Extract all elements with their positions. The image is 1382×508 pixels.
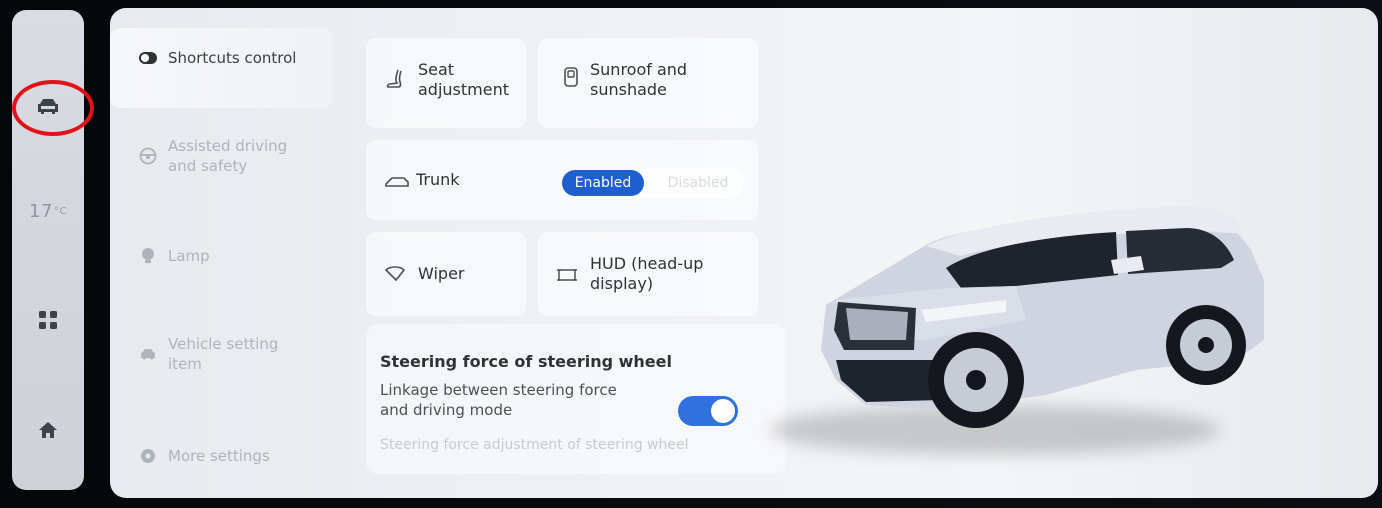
menu-item-vehicle-setting[interactable]: Vehicle setting item — [138, 334, 318, 374]
menu-selected-highlight — [110, 28, 332, 108]
rail-apps-button[interactable] — [12, 302, 84, 338]
sunroof-label: Sunroof and sunshade — [590, 60, 688, 99]
linkage-label: Linkage between steering force and drivi… — [380, 381, 617, 419]
suv-car-image — [821, 206, 1264, 428]
toggle-icon — [138, 48, 158, 68]
trunk-label: Trunk — [416, 170, 460, 189]
screen: 17 °C Shortcuts control Assisted driving… — [0, 0, 1382, 508]
menu-item-lamp[interactable]: Lamp — [138, 246, 210, 266]
seat-icon — [386, 69, 402, 88]
menu-item-shortcuts-control[interactable]: Shortcuts control — [138, 48, 296, 68]
settings-menu: Shortcuts control Assisted driving and s… — [110, 8, 332, 498]
rail-temperature[interactable]: 17 °C — [12, 196, 84, 226]
hud-icon — [557, 269, 577, 281]
temperature-value: 17 — [29, 200, 53, 222]
car-icon — [138, 344, 158, 364]
sunroof-icon — [564, 67, 578, 87]
menu-item-label: Vehicle setting item — [168, 335, 279, 373]
rail-home-button[interactable] — [12, 412, 84, 448]
lamp-icon — [138, 246, 158, 266]
steering-adjustment-label[interactable]: Steering force adjustment of steering wh… — [380, 436, 720, 454]
trunk-icon — [385, 177, 409, 187]
steering-force-title: Steering force of steering wheel — [380, 352, 672, 371]
trunk-tile: Trunk Enabled Disabled — [366, 140, 758, 220]
wiper-icon — [384, 266, 406, 282]
sunroof-tile[interactable]: Sunroof and sunshade — [538, 38, 758, 128]
home-icon — [39, 422, 57, 438]
temperature-unit: °C — [53, 205, 67, 217]
wiper-tile[interactable]: Wiper — [366, 232, 526, 316]
menu-item-label: More settings — [168, 447, 270, 465]
menu-item-assisted-driving[interactable]: Assisted driving and safety — [138, 136, 318, 176]
wiper-label: Wiper — [418, 264, 465, 283]
annotation-circle — [12, 80, 94, 136]
menu-item-label: Assisted driving and safety — [168, 137, 288, 175]
menu-item-more-settings[interactable]: More settings — [138, 446, 270, 466]
menu-item-label: Shortcuts control — [168, 49, 297, 67]
menu-item-label: Lamp — [168, 247, 210, 265]
steering-wheel-icon — [138, 146, 158, 166]
apps-grid-icon — [39, 311, 57, 329]
seat-adjustment-tile[interactable]: Seat adjustment — [366, 38, 526, 128]
trunk-enabled-button[interactable]: Enabled — [562, 170, 644, 196]
gear-icon — [138, 446, 158, 466]
seat-label: Seat adjustment — [418, 60, 509, 99]
